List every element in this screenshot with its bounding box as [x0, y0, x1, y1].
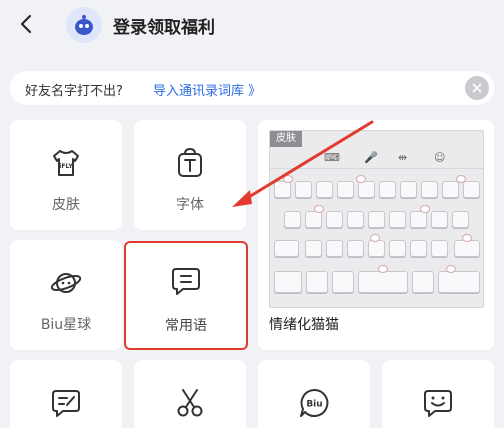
smile-chat-icon [422, 387, 454, 419]
skin-name: 情绪化猫猫 [269, 317, 339, 333]
svg-text:Biu: Biu [306, 400, 322, 410]
key [438, 271, 480, 293]
key [368, 240, 385, 257]
key [421, 181, 438, 198]
key [431, 240, 448, 257]
key [389, 211, 406, 228]
keyboard-icon: ⌨ [324, 151, 340, 164]
tile-biu[interactable]: Biu [258, 360, 370, 428]
close-icon[interactable] [465, 76, 489, 100]
cursor-move-icon: ⇹ [398, 151, 408, 164]
tile-common-phrases[interactable]: 常用语 [124, 241, 248, 350]
key [452, 211, 469, 228]
tile-font[interactable]: 字体 [134, 120, 246, 230]
cat-decoration [462, 234, 472, 242]
tile-common-phrases-label: 常用语 [165, 318, 207, 334]
key [347, 211, 364, 228]
key [337, 181, 354, 198]
contacts-import-banner: 好友名字打不出? 导入通讯录词库 》 [10, 71, 494, 105]
key [358, 271, 408, 293]
key [358, 181, 375, 198]
skin-badge: 皮肤 [270, 131, 302, 147]
key [379, 181, 396, 198]
keyboard-toolbar: ⌨ 🎤 ⇹ ☺ [270, 149, 483, 169]
edit-note-icon [50, 387, 82, 419]
carousel-dots [350, 342, 402, 345]
scissors-icon [174, 387, 206, 419]
keyboard-preview: 皮肤 ⌨ 🎤 ⇹ ☺ [269, 130, 484, 308]
ifly-tshirt-icon: iFLY [50, 147, 82, 179]
key [442, 181, 459, 198]
key [326, 211, 343, 228]
key [306, 271, 328, 293]
cat-decoration [456, 175, 466, 183]
svg-text:iFLY: iFLY [59, 163, 73, 170]
avatar[interactable] [66, 7, 102, 43]
emoji-icon: ☺ [434, 151, 446, 164]
key [454, 240, 480, 257]
cat-decoration [420, 205, 430, 213]
top-bar: 登录领取福利 [0, 0, 504, 54]
key [389, 240, 406, 257]
key [274, 181, 291, 198]
banner-question: 好友名字打不出? [25, 84, 123, 99]
tile-biu-planet-label: Biu星球 [40, 317, 92, 333]
key [316, 181, 333, 198]
import-contacts-link[interactable]: 导入通讯录词库 》 [153, 80, 261, 99]
key [347, 240, 364, 257]
skin-preview-card[interactable]: 皮肤 ⌨ 🎤 ⇹ ☺ 情绪化猫猫 [258, 120, 494, 350]
tile-smile-chat[interactable] [382, 360, 494, 428]
key [412, 271, 434, 293]
key [463, 181, 480, 198]
phrase-bubble-icon [170, 265, 202, 297]
key [274, 240, 299, 257]
cat-decoration [446, 265, 456, 273]
key [400, 181, 417, 198]
biu-bubble-icon: Biu [298, 387, 330, 419]
key [431, 211, 448, 228]
key [305, 240, 322, 257]
cat-decoration [378, 265, 388, 273]
cat-decoration [283, 175, 293, 183]
tile-biu-planet[interactable]: Biu星球 [10, 240, 122, 350]
key [274, 271, 302, 293]
tile-scissors[interactable] [134, 360, 246, 428]
cat-decoration [314, 205, 324, 213]
key [410, 240, 427, 257]
tile-edit-note[interactable] [10, 360, 122, 428]
key [326, 240, 343, 257]
tile-skin[interactable]: iFLY 皮肤 [10, 120, 122, 230]
key [368, 211, 385, 228]
key [332, 271, 354, 293]
font-bag-icon [174, 147, 206, 179]
tile-font-label: 字体 [176, 197, 204, 213]
tile-skin-label: 皮肤 [52, 197, 80, 213]
key [410, 211, 427, 228]
key [305, 211, 322, 228]
key [295, 181, 312, 198]
planet-icon [50, 267, 82, 299]
key [284, 211, 301, 228]
login-reward-link[interactable]: 登录领取福利 [113, 13, 215, 38]
back-arrow-icon[interactable] [16, 10, 40, 38]
cat-decoration [356, 175, 366, 183]
microphone-icon: 🎤 [364, 151, 378, 164]
cat-decoration [370, 234, 380, 242]
